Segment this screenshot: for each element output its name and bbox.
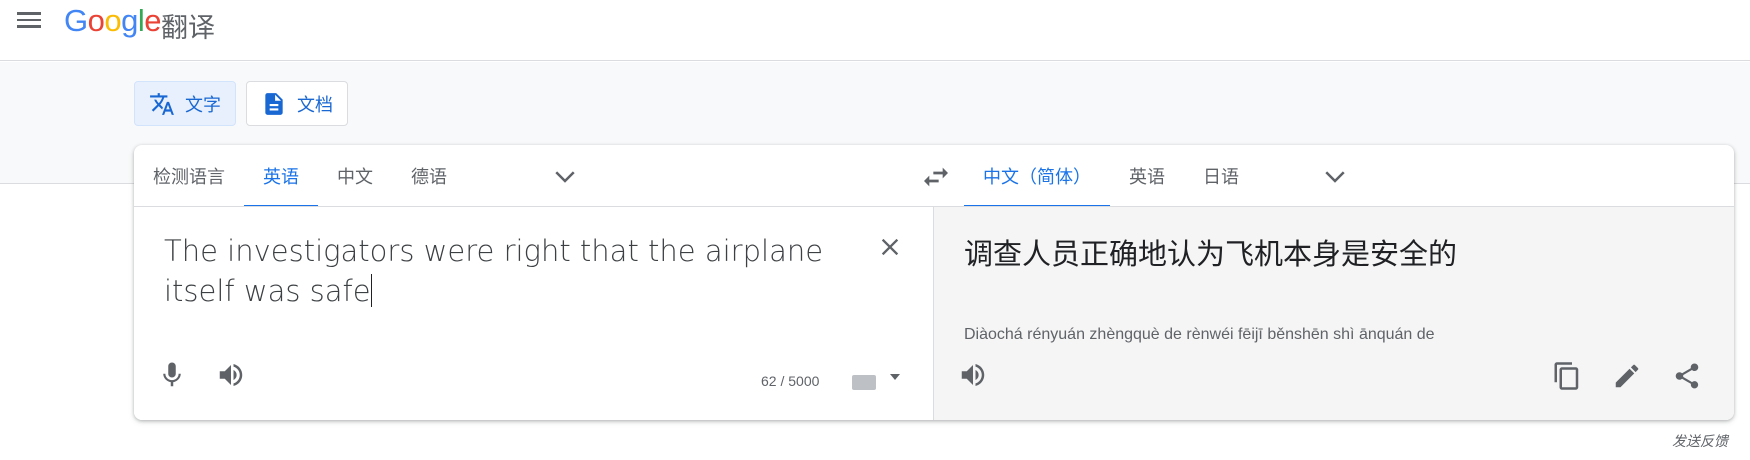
source-lang-german[interactable]: 德语 (392, 145, 466, 207)
logo-letter: g (121, 3, 138, 38)
logo-letter: o (87, 3, 105, 38)
logo-letter: G (64, 3, 88, 38)
target-lang-english[interactable]: 英语 (1110, 145, 1184, 207)
text-mode-label: 文字 (185, 94, 221, 115)
source-lang-chinese[interactable]: 中文 (318, 145, 392, 207)
keyboard-icon[interactable] (852, 375, 876, 390)
document-icon (265, 92, 283, 115)
source-lang-english[interactable]: 英语 (244, 145, 318, 207)
product-name: 翻译 (161, 13, 215, 44)
google-logo[interactable]: Google (64, 3, 162, 39)
source-pane: The investigators were right that the ai… (134, 207, 933, 420)
target-lang-chinese-simplified[interactable]: 中文（简体） (964, 145, 1110, 207)
mic-icon[interactable] (157, 360, 187, 390)
chevron-down-icon[interactable] (1320, 161, 1350, 191)
speaker-icon[interactable] (216, 360, 246, 390)
source-language-bar: 检测语言 英语 中文 德语 (134, 145, 934, 207)
send-feedback-link[interactable]: 发送反馈 (1672, 431, 1728, 451)
target-language-bar: 中文（简体） 英语 日语 (964, 145, 1734, 207)
swap-icon[interactable] (918, 161, 954, 193)
source-lang-detect[interactable]: 检测语言 (134, 145, 244, 207)
speaker-icon[interactable] (958, 360, 988, 390)
chevron-down-icon[interactable] (550, 161, 580, 191)
character-counter: 62 / 5000 (761, 373, 820, 389)
target-pane: 调查人员正确地认为飞机本身是安全的 Diàochá rényuán zhèngq… (934, 207, 1734, 420)
logo-letter: e (144, 3, 162, 38)
app-header: Google 翻译 (0, 0, 1750, 61)
logo-letter: o (104, 3, 122, 38)
document-mode-button[interactable]: 文档 (246, 81, 348, 126)
copy-icon[interactable] (1552, 361, 1582, 391)
keyboard-dropdown[interactable] (890, 374, 900, 380)
close-icon[interactable] (876, 233, 904, 261)
source-text-input[interactable]: The investigators were right that the ai… (164, 231, 824, 311)
document-mode-label: 文档 (297, 94, 333, 115)
translation-card: 检测语言 英语 中文 德语 中文（简体） 英语 日语 The investiga… (134, 145, 1734, 420)
share-icon[interactable] (1672, 361, 1702, 391)
text-mode-button[interactable]: 文字 (134, 81, 236, 126)
pencil-icon[interactable] (1612, 361, 1642, 391)
translate-icon (150, 92, 174, 115)
translated-text: 调查人员正确地认为飞机本身是安全的 (964, 237, 1458, 271)
pinyin-text: Diàochá rényuán zhèngquè de rènwéi fēijī… (964, 326, 1435, 343)
target-lang-japanese[interactable]: 日语 (1184, 145, 1258, 207)
menu-icon[interactable] (14, 8, 44, 34)
